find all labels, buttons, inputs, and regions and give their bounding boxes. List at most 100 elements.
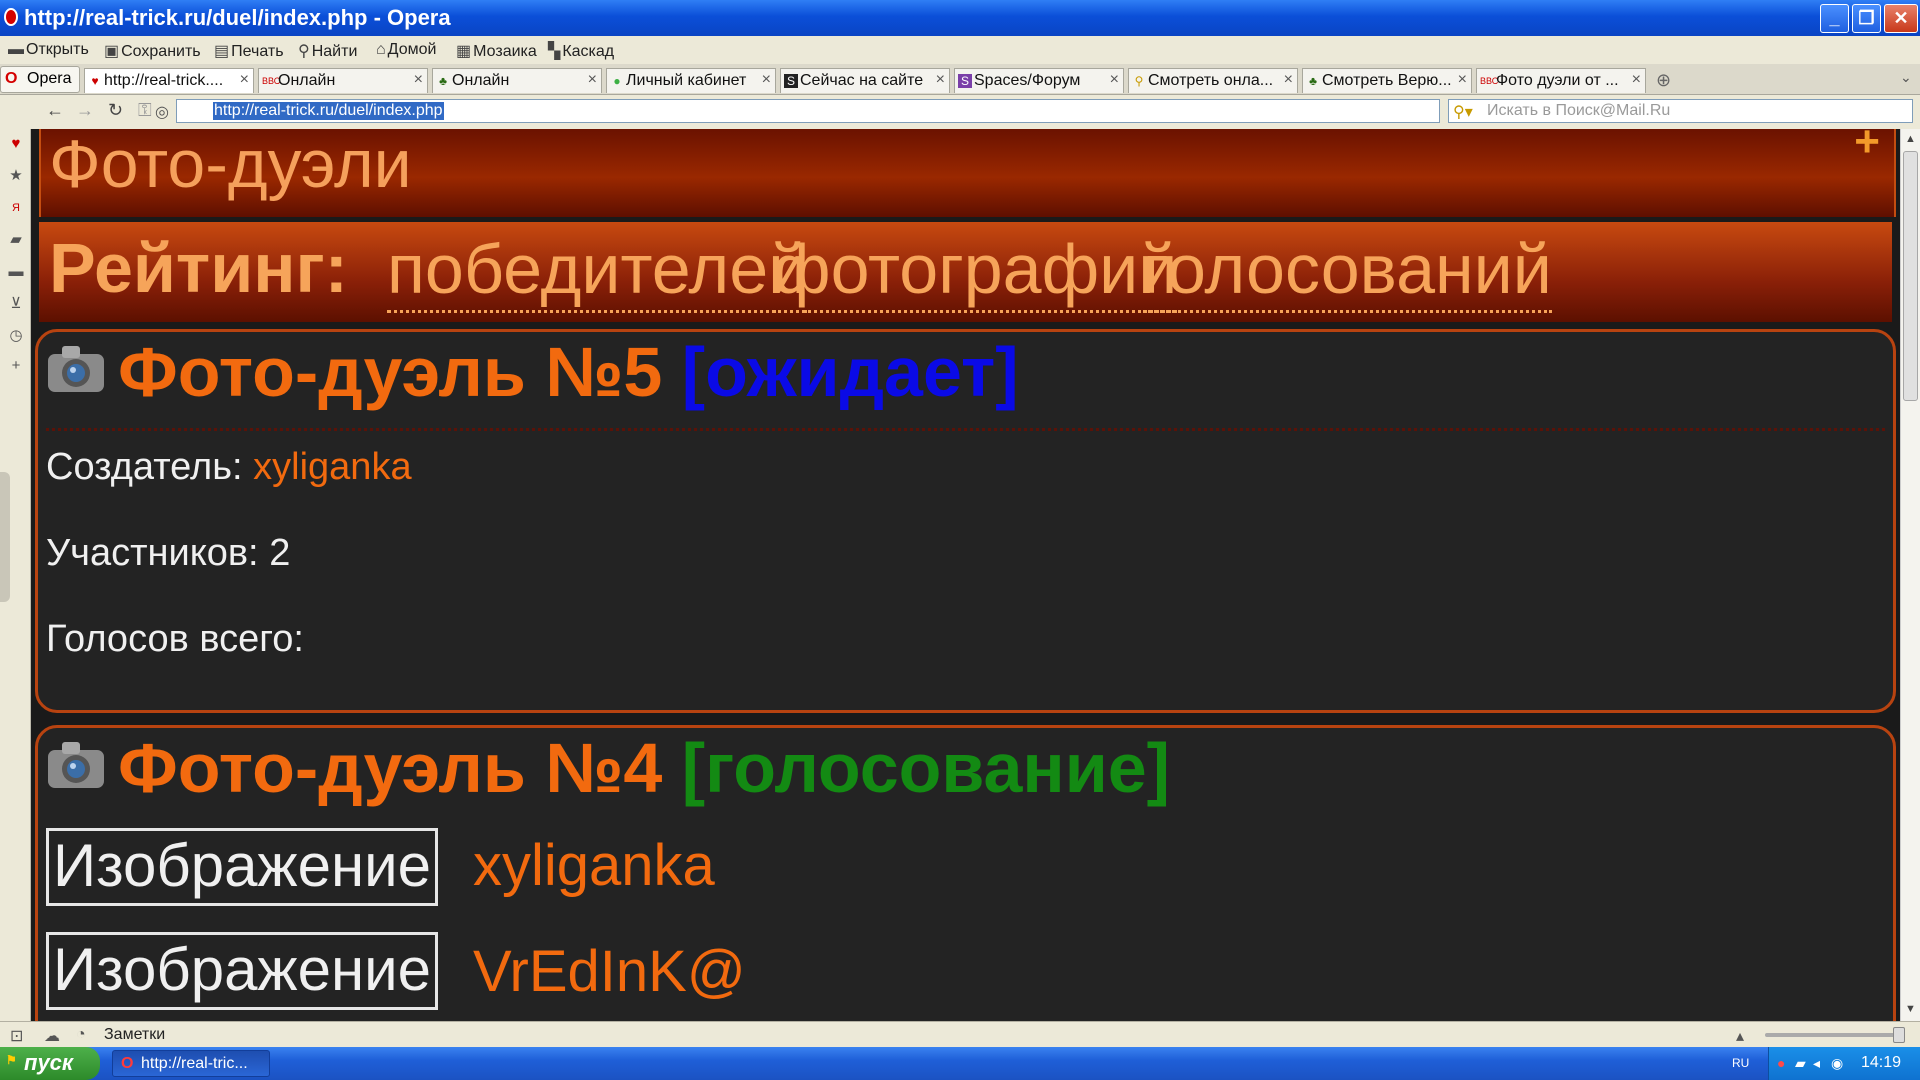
- tab-spaces-forum[interactable]: S Spaces/Форум ×: [954, 68, 1124, 93]
- tab-watch-veryu[interactable]: ♣ Смотреть Верю... ×: [1302, 68, 1472, 93]
- participant-link[interactable]: xyliganka: [473, 832, 715, 899]
- bbc-icon: ВВС: [1480, 76, 1499, 86]
- tab-photo-duels[interactable]: ВВС Фото дуэли от ... ×: [1476, 68, 1646, 93]
- duel-title[interactable]: Фото-дуэль №5 [ожидает]: [118, 332, 1019, 412]
- reload-icon[interactable]: ↻: [108, 100, 123, 121]
- close-tab-icon[interactable]: ×: [1458, 71, 1467, 89]
- close-tab-icon[interactable]: ×: [1284, 71, 1293, 89]
- heart-icon[interactable]: ♥: [7, 135, 25, 153]
- rating-link-votes[interactable]: голосований: [1143, 228, 1552, 313]
- network-icon[interactable]: ▰: [1795, 1055, 1806, 1072]
- mail-ru-icon[interactable]: Я: [7, 199, 25, 217]
- toolbar: ▬ Открыть ▣ Сохранить ▤ Печать ⚲ Найти ⌂ Домо…: [0, 36, 1920, 65]
- opera-menu-button[interactable]: O Opera: [0, 66, 80, 93]
- tab-watch-online[interactable]: ⚲ Смотреть онла... ×: [1128, 68, 1298, 93]
- opera-tray-icon[interactable]: ●: [1777, 1055, 1785, 1071]
- participants-row: Участников: 2: [46, 532, 291, 574]
- start-button[interactable]: ⚑ пуск: [0, 1047, 100, 1080]
- search-icon: ⚲: [1134, 74, 1144, 88]
- plus-icon[interactable]: +: [1854, 129, 1880, 164]
- tab-online-1[interactable]: ВВС Онлайн ×: [258, 68, 428, 93]
- rating-link-winners[interactable]: победителей: [387, 228, 808, 313]
- navigation-bar: ← → ↻ ⚿ ◎ http://real-trick.ru/duel/inde…: [0, 95, 1920, 130]
- forward-icon[interactable]: →: [76, 100, 94, 121]
- notes-icon[interactable]: ▰: [7, 231, 25, 249]
- camera-icon: [48, 742, 104, 788]
- close-tab-icon[interactable]: ×: [1110, 71, 1119, 89]
- window-title-bar: http://real-trick.ru/duel/index.php - Op…: [0, 0, 1920, 36]
- tile-button[interactable]: ▦ Мозаика: [456, 41, 537, 61]
- vertical-scrollbar[interactable]: ▲ ▼: [1900, 129, 1920, 1021]
- history-icon[interactable]: ◷: [7, 327, 25, 345]
- search-icon: ⚲: [298, 43, 310, 60]
- transfers-icon[interactable]: ⊻: [7, 295, 25, 313]
- taskbar-opera-window[interactable]: O http://real-tric...: [112, 1050, 270, 1077]
- disk-icon: ▣: [104, 43, 120, 60]
- site-header: Фото-дуэли +: [39, 129, 1896, 217]
- security-icon[interactable]: ◉: [1831, 1055, 1843, 1072]
- folder-icon: ▬: [8, 41, 24, 58]
- tab-list-icon[interactable]: ⌄: [1900, 69, 1912, 86]
- heart-icon: ♥: [91, 74, 99, 88]
- new-tab-icon[interactable]: ⊕: [1656, 70, 1671, 91]
- volume-icon[interactable]: ◂: [1813, 1055, 1820, 1072]
- tree-icon: ♣: [1309, 74, 1317, 88]
- duel-card: Фото-дуэль №4 [голосование] Изображение …: [35, 725, 1896, 1021]
- site-info-icon[interactable]: ◎: [155, 102, 169, 122]
- minimize-button[interactable]: _: [1820, 4, 1849, 33]
- maximize-button[interactable]: ❐: [1852, 4, 1881, 33]
- home-button[interactable]: ⌂ Домой: [376, 41, 436, 59]
- camera-icon: [48, 346, 104, 392]
- close-tab-icon[interactable]: ×: [1632, 71, 1641, 89]
- print-button[interactable]: ▤ Печать: [214, 41, 284, 61]
- open-button[interactable]: ▬ Открыть: [8, 41, 89, 59]
- address-field[interactable]: ◎ http://real-trick.ru/duel/index.php: [155, 99, 1440, 123]
- taskbar: ⚑ пуск O http://real-tric... RU ● ▰ ◂ ◉ …: [0, 1047, 1920, 1080]
- close-button[interactable]: ✕: [1884, 4, 1918, 33]
- back-icon[interactable]: ←: [46, 100, 64, 121]
- add-panel-icon[interactable]: +: [7, 357, 25, 375]
- search-field[interactable]: ⚲▾ Искать в Поиск@Mail.Ru: [1448, 99, 1913, 123]
- cascade-button[interactable]: ▚ Каскад: [548, 41, 614, 61]
- tree-icon: ♣: [439, 74, 447, 88]
- speed-icon[interactable]: ◔: [76, 1026, 86, 1044]
- scroll-down-icon[interactable]: ▼: [1905, 1003, 1916, 1015]
- photo-placeholder[interactable]: Изображение: [46, 932, 438, 1010]
- key-icon[interactable]: ⚿: [138, 100, 152, 121]
- zoom-slider-knob[interactable]: [1893, 1027, 1905, 1043]
- search-engine-icon[interactable]: ⚲▾: [1453, 102, 1473, 122]
- cloud-icon[interactable]: ☁: [44, 1026, 60, 1046]
- rating-link-photos[interactable]: фотографий: [773, 228, 1178, 313]
- find-button[interactable]: ⚲ Найти: [298, 41, 357, 61]
- downloads-icon[interactable]: ▬: [7, 263, 25, 281]
- close-tab-icon[interactable]: ×: [588, 71, 597, 89]
- panel-toggle-handle[interactable]: [0, 472, 10, 602]
- close-tab-icon[interactable]: ×: [414, 71, 423, 89]
- tab-personal-cabinet[interactable]: ● Личный кабинет ×: [606, 68, 776, 93]
- tile-icon: ▦: [456, 43, 472, 60]
- s-icon: S: [784, 74, 798, 88]
- save-button[interactable]: ▣ Сохранить: [104, 41, 201, 61]
- duel-status: [голосование]: [681, 729, 1170, 807]
- photo-placeholder[interactable]: Изображение: [46, 828, 438, 906]
- participant-link[interactable]: VrEdInK@: [473, 938, 746, 1005]
- close-tab-icon[interactable]: ×: [936, 71, 945, 89]
- scroll-up-icon[interactable]: ▲: [1905, 133, 1916, 145]
- opera-icon: O: [121, 1055, 134, 1072]
- scrollbar-thumb[interactable]: [1903, 151, 1918, 401]
- zoom-slider[interactable]: [1765, 1027, 1905, 1043]
- tab-real-trick[interactable]: ♥ http://real-trick.... ×: [84, 68, 254, 93]
- language-indicator[interactable]: RU: [1732, 1056, 1749, 1070]
- creator-link[interactable]: xyliganka: [253, 446, 411, 488]
- address-url[interactable]: http://real-trick.ru/duel/index.php: [213, 102, 444, 120]
- duel-title[interactable]: Фото-дуэль №4 [голосование]: [118, 728, 1170, 808]
- panel-toggle-icon[interactable]: ⊡: [10, 1026, 23, 1046]
- bookmarks-icon[interactable]: ★: [7, 167, 25, 185]
- zoom-up-icon[interactable]: ▴: [1736, 1026, 1744, 1046]
- tab-online-2[interactable]: ♣ Онлайн ×: [432, 68, 602, 93]
- close-tab-icon[interactable]: ×: [240, 71, 249, 89]
- close-tab-icon[interactable]: ×: [762, 71, 771, 89]
- notes-label[interactable]: Заметки: [104, 1026, 165, 1044]
- opera-icon: [4, 8, 18, 26]
- tab-now-on-site[interactable]: S Сейчас на сайте ×: [780, 68, 950, 93]
